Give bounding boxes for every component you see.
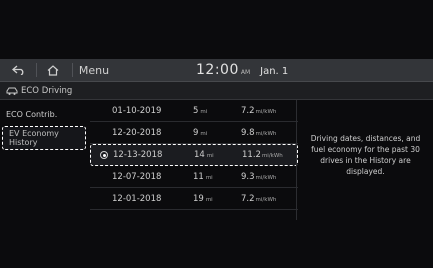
toolbar-divider <box>72 63 73 77</box>
info-panel: Driving dates, distances, and fuel econo… <box>296 100 433 220</box>
row-date: 12-20-2018 <box>112 127 162 138</box>
history-row[interactable]: 12-20-2018 9 mi 9.8mi/kWh <box>90 122 298 144</box>
info-line: drives in the History are <box>320 156 411 165</box>
row-economy: 7.2mi/kWh <box>241 105 277 116</box>
row-distance: 11 mi <box>193 171 213 182</box>
menu-item-eco-contrib[interactable]: ECO Contrib. <box>6 110 96 119</box>
top-bar: Menu 12:00 AM Jan. 1 <box>0 59 433 82</box>
back-arrow-icon <box>12 65 24 75</box>
row-distance: 14 mi <box>194 150 214 160</box>
back-button[interactable] <box>6 59 32 81</box>
info-line: Driving dates, distances, and <box>310 134 421 143</box>
row-date: 12-01-2018 <box>112 193 162 204</box>
row-distance: 5 mi <box>193 105 208 116</box>
history-row[interactable]: 12-07-2018 11 mi 9.3mi/kWh <box>90 166 298 188</box>
home-icon <box>47 64 59 76</box>
history-row[interactable]: 12-01-2018 19 mi 7.2mi/kWh <box>90 188 298 210</box>
clock-time: 12:00 <box>196 62 239 78</box>
current-date: Jan. 1 <box>260 66 289 77</box>
eco-car-icon <box>6 85 18 97</box>
row-economy: 11.2mi/kWh <box>242 150 283 160</box>
menu-item-label-line1: EV Economy <box>9 129 59 138</box>
row-economy: 9.8mi/kWh <box>241 127 277 138</box>
info-line: displayed. <box>346 167 385 176</box>
history-row-selected[interactable]: 12-13-2018 14 mi 11.2mi/kWh <box>90 144 298 166</box>
left-menu: ECO Contrib. EV Economy History <box>0 100 90 200</box>
clock-ampm: AM <box>240 69 251 76</box>
selected-radio-icon <box>100 151 108 159</box>
info-description: Driving dates, distances, and fuel econo… <box>297 133 433 177</box>
title-bar: ECO Driving <box>0 82 433 100</box>
menu-button[interactable]: Menu <box>78 59 110 81</box>
history-row[interactable]: 01-10-2019 5 mi 7.2mi/kWh <box>90 100 298 122</box>
infotainment-screen: Menu 12:00 AM Jan. 1 ECO Driving ECO Con… <box>0 0 433 268</box>
clock-date: 12:00 AM Jan. 1 <box>196 59 288 81</box>
row-distance: 19 mi <box>193 193 213 204</box>
info-line: fuel economy for the past 30 <box>311 145 420 154</box>
menu-item-ev-economy-history[interactable]: EV Economy History <box>2 126 86 150</box>
page-title: ECO Driving <box>21 85 73 96</box>
row-economy: 9.3mi/kWh <box>241 171 277 182</box>
row-distance: 9 mi <box>193 127 208 138</box>
row-date: 12-13-2018 <box>113 150 163 160</box>
home-button[interactable] <box>40 59 66 81</box>
toolbar-divider <box>36 63 37 77</box>
row-economy: 7.2mi/kWh <box>241 193 277 204</box>
row-date: 12-07-2018 <box>112 171 162 182</box>
menu-item-label-line2: History <box>9 138 38 147</box>
row-date: 01-10-2019 <box>112 105 162 116</box>
